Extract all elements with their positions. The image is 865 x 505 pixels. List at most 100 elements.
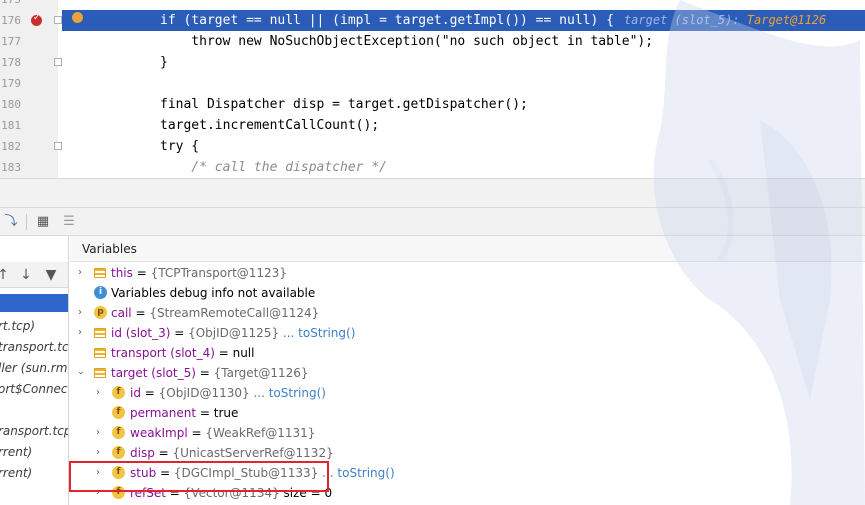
frame-item[interactable]: rrent) xyxy=(0,442,32,463)
expand-arrow-icon[interactable]: › xyxy=(74,303,86,323)
expand-arrow-icon[interactable]: › xyxy=(74,323,86,343)
frame-item[interactable]: rrent) xyxy=(0,463,32,484)
code-line[interactable]: throw new NoSuchObjectException("no such… xyxy=(62,31,865,52)
variable-value: true xyxy=(213,406,239,420)
variable-value: {WeakRef@1131} xyxy=(205,426,316,440)
variables-header: Variables xyxy=(70,236,865,262)
line-number: 183 xyxy=(1,161,21,174)
frame-item[interactable]: ransport.tcp xyxy=(0,421,68,442)
line-number: 179 xyxy=(1,77,21,90)
line-number: 178 xyxy=(1,56,21,69)
code-text: try { xyxy=(160,139,200,154)
tostring-link[interactable]: ... toString() xyxy=(253,386,325,400)
gutter-line: 183 xyxy=(0,157,58,178)
line-number: 181 xyxy=(1,119,21,132)
fold-icon[interactable] xyxy=(54,142,62,150)
selected-frame[interactable] xyxy=(0,294,68,312)
equals-sign: = xyxy=(140,386,159,400)
equals-sign: = xyxy=(154,446,173,460)
equals-sign: = xyxy=(170,326,189,340)
gutter-line: 180 xyxy=(0,94,58,115)
frame-item[interactable]: rt.tcp) xyxy=(0,316,35,337)
equals-sign: = xyxy=(196,406,214,420)
local-variable-icon xyxy=(94,368,106,378)
code-text: } xyxy=(160,55,168,70)
local-variable-icon xyxy=(94,348,106,358)
inline-debug-hint: target (slot_5): Target@1126 xyxy=(614,13,826,27)
filter-icon[interactable]: ▼ xyxy=(42,265,60,285)
local-variable-icon xyxy=(94,268,106,278)
panel-splitter[interactable] xyxy=(0,178,865,208)
gutter-line: 182 xyxy=(0,136,62,157)
fold-icon[interactable] xyxy=(54,58,62,66)
line-number: 182 xyxy=(1,140,21,153)
line-number: 177 xyxy=(1,35,21,48)
breakpoint-check-icon: ✓ xyxy=(33,13,41,23)
code-text: target.incrementCallCount(); xyxy=(160,118,380,133)
frame-item[interactable]: transport.tcp xyxy=(0,337,68,358)
variables-title: Variables xyxy=(82,242,137,256)
tostring-link[interactable]: ... toString() xyxy=(283,326,355,340)
gutter-line: 178 xyxy=(0,52,62,73)
step-into-icon[interactable]: ⤵ xyxy=(2,213,20,231)
gutter-line: 175 xyxy=(0,0,58,10)
code-line[interactable] xyxy=(62,73,865,94)
fold-icon[interactable] xyxy=(54,16,62,24)
table-view-icon[interactable]: ▦ xyxy=(34,213,52,231)
variable-name: call xyxy=(111,306,132,320)
down-arrow-icon[interactable]: ↓ xyxy=(17,265,35,285)
expand-arrow-icon[interactable]: › xyxy=(92,383,104,403)
debugger-toolbar: ⤵ ▦ ☰ xyxy=(0,208,865,236)
equals-sign: = xyxy=(132,266,151,280)
variable-value: {UnicastServerRef@1132} xyxy=(172,446,334,460)
code-editor[interactable]: 175 176 ✓ 177 178 179 180 181 182 183 if… xyxy=(0,0,865,178)
equals-sign: = xyxy=(187,426,206,440)
variable-name: this xyxy=(111,266,133,280)
code-line[interactable]: /* call the dispatcher */ xyxy=(62,157,865,178)
gutter-line: 176 ✓ xyxy=(0,10,62,31)
hint-value: Target@1126 xyxy=(746,13,827,27)
expand-arrow-icon[interactable]: › xyxy=(74,263,86,283)
current-execution-line[interactable]: if (target == null || (impl = target.get… xyxy=(62,10,865,31)
collapse-arrow-icon[interactable]: › xyxy=(70,367,90,379)
code-text: if (target == null || (impl = target.get… xyxy=(160,13,614,28)
expand-arrow-icon[interactable]: › xyxy=(92,443,104,463)
field-icon: f xyxy=(112,446,125,459)
code-text: throw new NoSuchObjectException("no such… xyxy=(160,34,654,49)
parameter-icon: p xyxy=(94,306,107,319)
annotation-highlight-box xyxy=(69,461,329,492)
gutter-line: 181 xyxy=(0,115,58,136)
variable-value: null xyxy=(232,346,255,360)
local-variable-icon xyxy=(94,328,106,338)
variable-name: transport (slot_4) xyxy=(111,346,215,360)
variable-name: id xyxy=(130,386,141,400)
editor-gutter[interactable]: 175 176 ✓ 177 178 179 180 181 182 183 xyxy=(0,0,62,178)
equals-sign: = xyxy=(214,346,233,360)
code-line[interactable] xyxy=(62,0,865,10)
expand-arrow-icon[interactable]: › xyxy=(92,423,104,443)
frames-toolbar: ↑ ↓ ▼ xyxy=(0,262,68,288)
equals-sign: = xyxy=(195,366,214,380)
code-area[interactable]: if (target == null || (impl = target.get… xyxy=(62,0,865,178)
variable-value: {StreamRemoteCall@1124} xyxy=(149,306,320,320)
settings-list-icon[interactable]: ☰ xyxy=(60,213,78,231)
tostring-link[interactable]: ... toString() xyxy=(322,466,394,480)
code-line[interactable]: final Dispatcher disp = target.getDispat… xyxy=(62,94,865,115)
code-line[interactable]: try { xyxy=(62,136,865,157)
code-line[interactable]: } xyxy=(62,52,865,73)
variable-value: {Target@1126} xyxy=(213,366,309,380)
toolbar-divider xyxy=(26,214,27,230)
variable-value: {ObjID@1130} xyxy=(158,386,250,400)
code-line[interactable]: target.incrementCallCount(); xyxy=(62,115,865,136)
hint-label: target (slot_5): xyxy=(623,13,747,27)
info-message: Variables debug info not available xyxy=(111,286,316,300)
gutter-line: 179 xyxy=(0,73,58,94)
frame-item[interactable]: ller (sun.rmi xyxy=(0,358,68,379)
frame-item[interactable]: ort$Connect xyxy=(0,379,68,400)
variable-name: id (slot_3) xyxy=(111,326,171,340)
up-arrow-icon[interactable]: ↑ xyxy=(0,265,12,285)
line-number: 176 xyxy=(1,14,21,27)
code-comment: /* call the dispatcher */ xyxy=(160,160,387,175)
